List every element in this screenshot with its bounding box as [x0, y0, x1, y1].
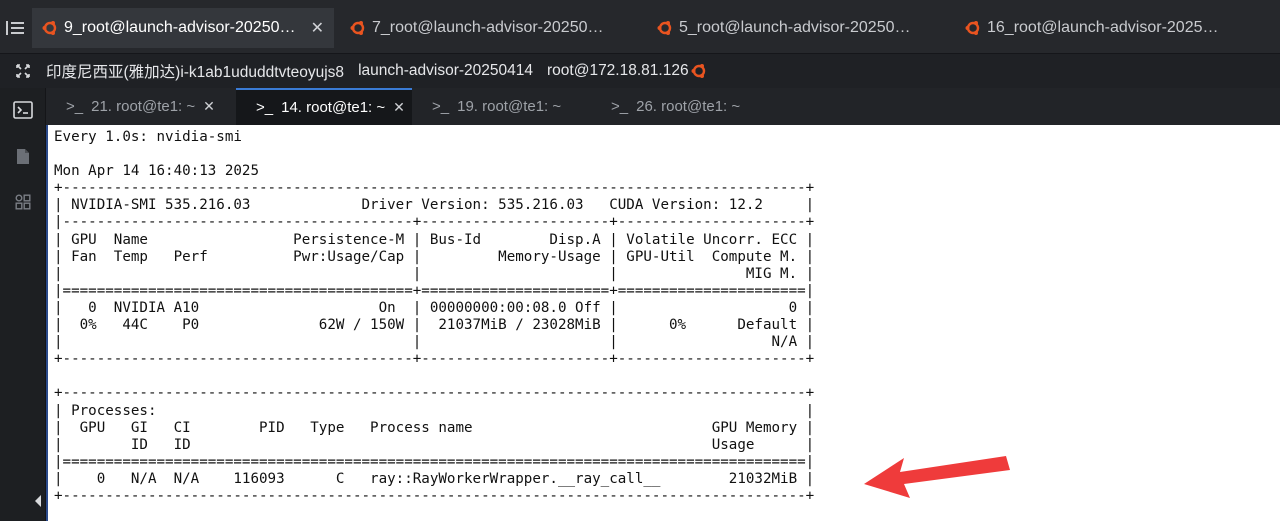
terminal-line: Every 1.0s: nvidia-smi	[54, 129, 242, 145]
session-tab-7[interactable]: 7_root@launch-advisor-20250…	[340, 8, 640, 48]
terminal-line: | GPU GI CI PID Type Process name GPU Me…	[54, 419, 815, 436]
session-tab-5[interactable]: 5_root@launch-advisor-20250…	[647, 8, 947, 48]
session-tab-9[interactable]: 9_root@launch-advisor-20250… ✕	[32, 8, 334, 48]
terminal-line: | 0 N/A N/A 116093 C ray::RayWorkerWrapp…	[54, 470, 815, 487]
prompt-icon: >_	[611, 98, 629, 115]
red-arrow-icon	[864, 456, 1010, 498]
terminal-line: | 0 NVIDIA A10 On | 00000000:00:08.0 Off…	[54, 299, 815, 316]
terminal-line: +---------------------------------------…	[54, 385, 815, 402]
prompt-icon: >_	[256, 99, 274, 116]
session-tab-label: 7_root@launch-advisor-20250…	[372, 19, 604, 36]
terminal-tab-bar: >_ 21. root@te1: ~ ✕ >_ 14. root@te1: ~ …	[46, 88, 1280, 125]
terminal-line: | ID ID Usage |	[54, 436, 815, 453]
terminal-tab-14[interactable]: >_ 14. root@te1: ~ ✕	[236, 88, 412, 125]
ubuntu-icon	[42, 21, 57, 35]
close-icon[interactable]: ✕	[311, 18, 324, 38]
terminal-line: | Processes: |	[54, 402, 815, 419]
close-icon[interactable]: ✕	[393, 99, 405, 116]
ubuntu-icon	[657, 21, 672, 35]
session-tab-16[interactable]: 16_root@launch-advisor-2025…	[955, 8, 1255, 48]
terminal-tab-label: 14. root@te1: ~	[281, 99, 386, 116]
terminal-line: +---------------------------------------…	[54, 351, 815, 368]
terminal-tab-21[interactable]: >_ 21. root@te1: ~ ✕	[46, 88, 236, 125]
left-sidebar	[0, 88, 46, 521]
connection-info-bar: 印度尼西亚(雅加达)i-k1ab1ududdtvteoyujs8 launch-…	[0, 54, 1280, 88]
terminal-line: | GPU Name Persistence-M | Bus-Id Disp.A…	[54, 231, 815, 248]
session-tab-label: 9_root@launch-advisor-20250…	[64, 19, 296, 36]
prompt-icon: >_	[66, 98, 84, 115]
terminal-line: +---------------------------------------…	[54, 487, 815, 504]
terminal-tab-label: 19. root@te1: ~	[457, 98, 562, 115]
terminal-tab-label: 26. root@te1: ~	[636, 98, 741, 115]
terminal-line: |=======================================…	[54, 282, 815, 299]
terminal-line: | Fan Temp Perf Pwr:Usage/Cap | Memory-U…	[54, 248, 815, 265]
terminal-line: |---------------------------------------…	[54, 214, 815, 231]
terminal-line: Mon Apr 14 16:40:13 2025	[54, 163, 259, 180]
terminal-icon[interactable]	[11, 98, 35, 122]
terminal-line: | NVIDIA-SMI 535.216.03 Driver Version: …	[54, 197, 815, 214]
user-address: root@172.18.81.126	[547, 62, 689, 79]
scroll-left-icon[interactable]	[32, 493, 44, 509]
terminal-line: | | | N/A |	[54, 334, 815, 351]
session-tab-label: 16_root@launch-advisor-2025…	[987, 19, 1219, 36]
ubuntu-icon	[965, 21, 980, 35]
apps-icon[interactable]	[11, 190, 35, 214]
terminal-tab-19[interactable]: >_ 19. root@te1: ~	[412, 88, 588, 125]
prompt-icon: >_	[432, 98, 450, 115]
instance-id: 印度尼西亚(雅加达)i-k1ab1ududdtvteoyujs8	[46, 64, 345, 81]
terminal-tab-26[interactable]: >_ 26. root@te1: ~	[591, 88, 781, 125]
nvidia-smi-output: Every 1.0s: nvidia-smi Mon Apr 14 16:40:…	[54, 129, 814, 505]
terminal-line: | | | MIG M. |	[54, 265, 815, 282]
ubuntu-icon	[350, 21, 365, 35]
expand-icon[interactable]	[0, 64, 46, 78]
session-tab-label: 5_root@launch-advisor-20250…	[679, 19, 911, 36]
terminal-output[interactable]: Every 1.0s: nvidia-smi Mon Apr 14 16:40:…	[46, 125, 1280, 521]
terminal-line: |=======================================…	[54, 453, 815, 470]
close-icon[interactable]: ✕	[203, 98, 215, 115]
terminal-tab-label: 21. root@te1: ~	[91, 98, 196, 115]
terminal-line: | 0% 44C P0 62W / 150W | 21037MiB / 2302…	[54, 317, 815, 334]
ubuntu-icon	[691, 64, 705, 78]
session-tab-bar: 9_root@launch-advisor-20250… ✕ 7_root@la…	[0, 0, 1280, 54]
file-icon[interactable]	[11, 144, 35, 168]
host-name: launch-advisor-20250414	[358, 62, 533, 79]
list-menu-icon[interactable]	[0, 10, 30, 46]
terminal-line: +---------------------------------------…	[54, 180, 815, 197]
